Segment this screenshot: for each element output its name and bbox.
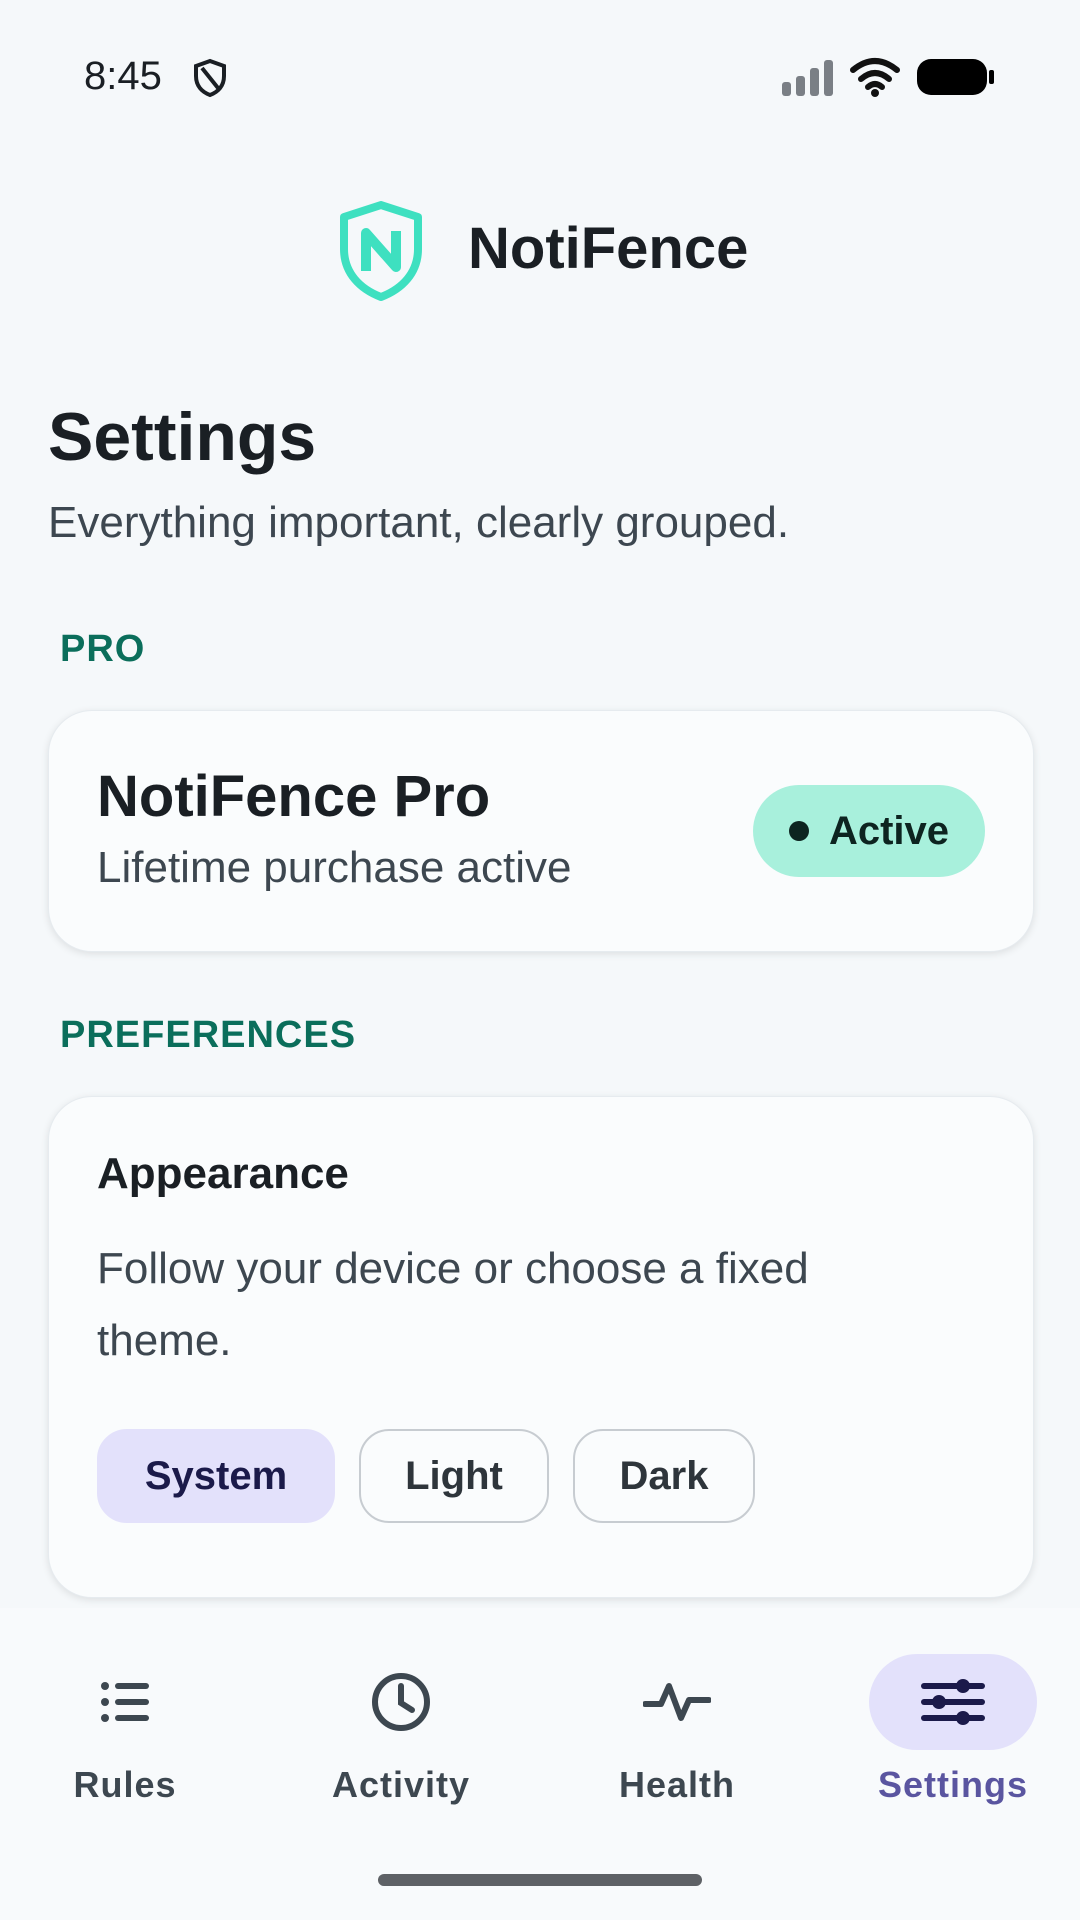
nav-icon-container: [317, 1654, 485, 1750]
battery-icon: [917, 59, 994, 95]
notifence-logo-icon: [340, 201, 422, 301]
appearance-title: Appearance: [97, 1149, 349, 1198]
appearance-description: Follow your device or choose a fixed the…: [97, 1244, 809, 1365]
nav-icon-container: [869, 1654, 1037, 1750]
theme-option-dark[interactable]: Dark: [573, 1429, 755, 1523]
app-header: NotiFence: [0, 195, 1080, 315]
appearance-card: Appearance Follow your device or choose …: [48, 1096, 1034, 1598]
section-label-preferences: PREFERENCES: [60, 1014, 357, 1056]
nav-label-rules: Rules: [73, 1764, 177, 1805]
nav-label-settings: Settings: [877, 1764, 1028, 1805]
status-time: 8:45: [84, 54, 162, 98]
wifi-icon: [850, 58, 900, 97]
page-subtitle: Everything important, clearly grouped.: [48, 498, 790, 547]
clock-icon: [372, 1673, 430, 1731]
home-indicator[interactable]: [378, 1874, 702, 1886]
status-bar: 8:45: [0, 0, 1080, 150]
list-icon: [101, 1682, 149, 1722]
status-dot-icon: [788, 821, 809, 841]
signal-icon: [782, 60, 833, 96]
nav-item-health[interactable]: Health: [542, 1644, 812, 1814]
nav-label-activity: Activity: [331, 1764, 471, 1805]
pro-card-title: NotiFence Pro: [97, 764, 491, 829]
theme-option-system[interactable]: System: [97, 1429, 335, 1523]
sliders-icon: [921, 1679, 985, 1725]
shield-status-icon: [194, 58, 226, 98]
nav-icon-container: [593, 1654, 761, 1750]
status-badge-label: Active: [828, 808, 950, 853]
pulse-icon: [643, 1683, 711, 1721]
status-badge: Active: [753, 785, 985, 877]
app-title: NotiFence: [468, 216, 749, 281]
pro-card[interactable]: NotiFence Pro Lifetime purchase active A…: [48, 710, 1034, 952]
nav-item-settings[interactable]: Settings: [818, 1644, 1080, 1814]
section-label-pro: PRO: [60, 628, 146, 670]
nav-label-health: Health: [618, 1764, 736, 1805]
nav-item-activity[interactable]: Activity: [266, 1644, 536, 1814]
theme-options: System Light Dark: [97, 1429, 755, 1523]
page-title: Settings: [48, 399, 317, 475]
nav-item-rules[interactable]: Rules: [0, 1644, 260, 1814]
nav-icon-container: [41, 1654, 209, 1750]
pro-card-subtitle: Lifetime purchase active: [97, 843, 572, 892]
theme-option-light[interactable]: Light: [359, 1429, 549, 1523]
